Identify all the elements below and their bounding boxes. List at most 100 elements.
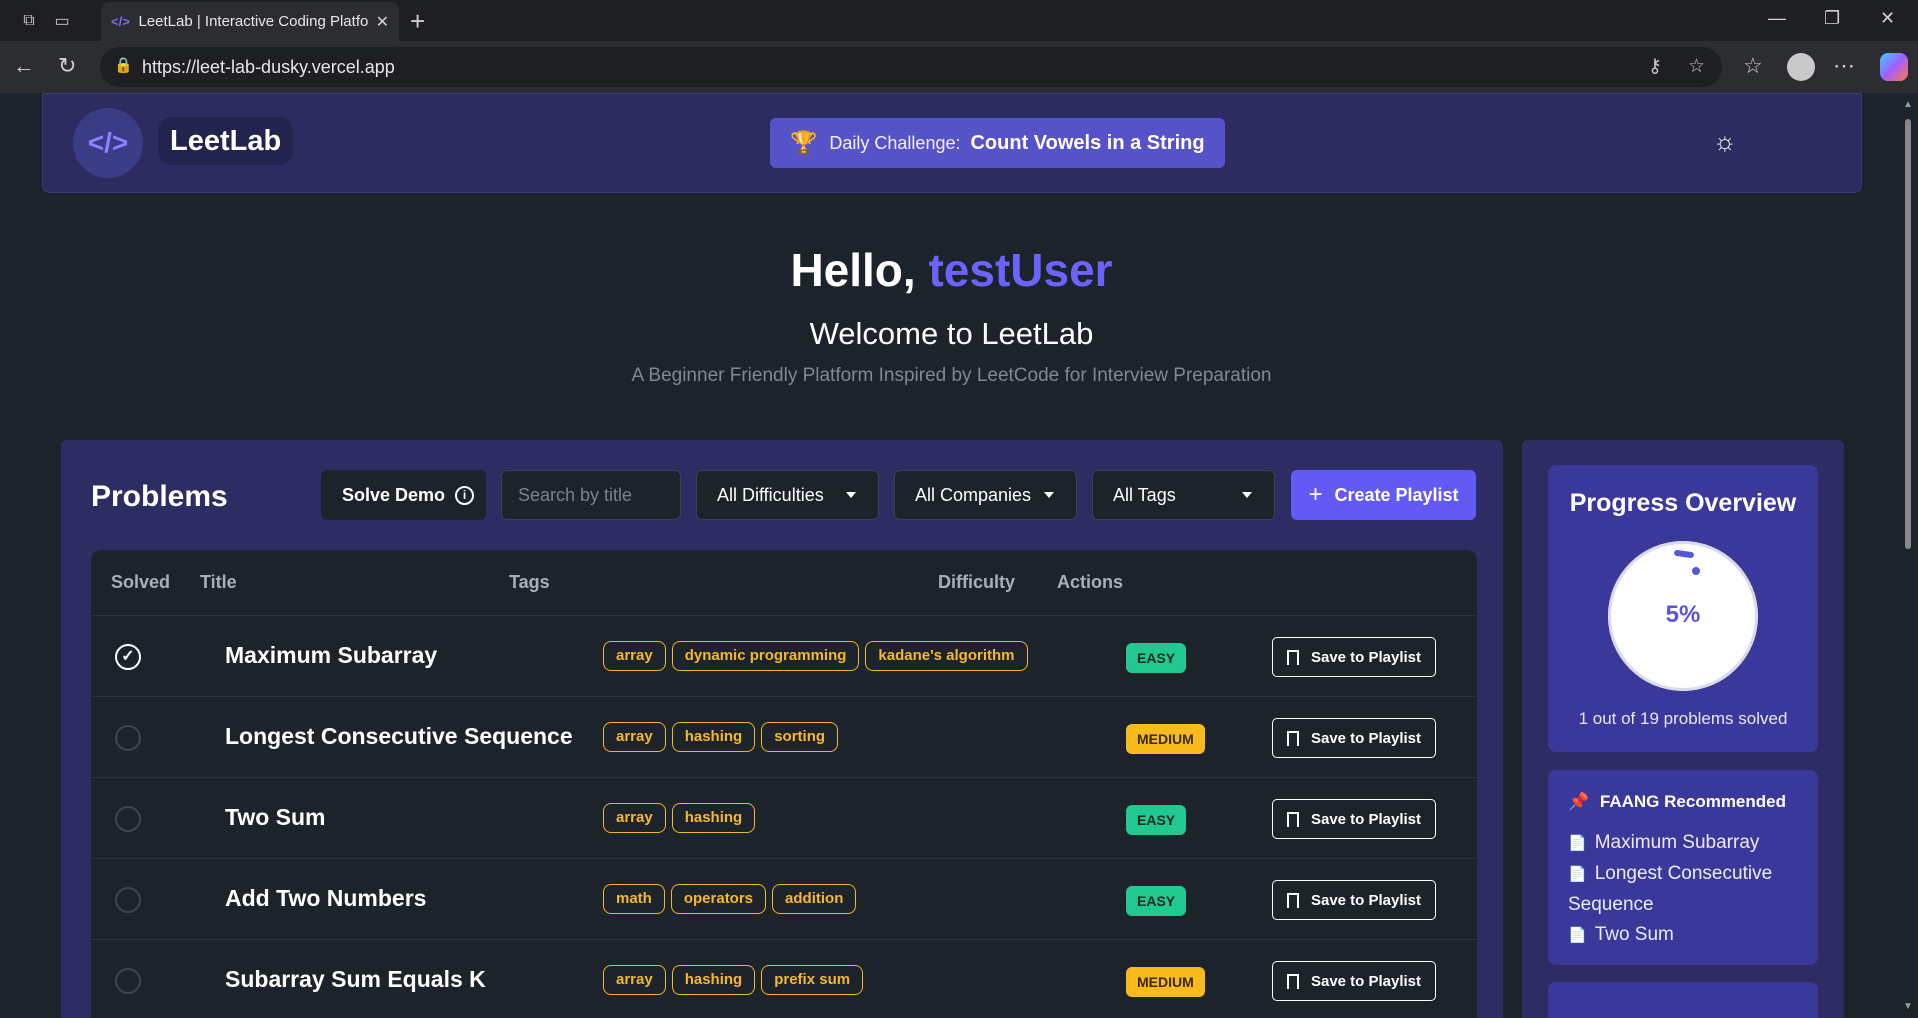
chevron-down-icon xyxy=(1242,492,1252,498)
key-icon[interactable]: ⚷ xyxy=(1648,55,1662,78)
faang-list: 📄 Maximum Subarray 📄 Longest Consecutive Se… xyxy=(1568,828,1808,951)
save-to-playlist-button[interactable]: Save to Playlist xyxy=(1272,718,1436,758)
problem-title[interactable]: Two Sum xyxy=(225,804,326,831)
create-playlist-label: Create Playlist xyxy=(1334,484,1459,505)
chevron-down-icon xyxy=(846,492,856,498)
table-row[interactable]: Longest Consecutive Sequence array hashing… xyxy=(91,697,1477,778)
solved-checkbox[interactable] xyxy=(115,725,141,751)
chevron-down-icon xyxy=(1044,492,1054,498)
scroll-up-icon[interactable]: ▲ xyxy=(1903,99,1913,110)
difficulty-badge: EASY xyxy=(1126,643,1187,673)
solve-demo-button[interactable]: Solve Demo i xyxy=(321,470,486,520)
faang-card: 📌 FAANG Recommended 📄 Maximum Subarray 📄 Lo… xyxy=(1548,770,1818,965)
greeting: Hello, testUser xyxy=(4,243,1899,297)
tab-actions-icon[interactable]: ▭ xyxy=(50,9,74,33)
more-icon[interactable]: ⋯ xyxy=(1833,53,1855,79)
plus-icon: + xyxy=(1308,481,1323,508)
column-header-title: Title xyxy=(200,572,237,592)
trophy-icon: 🏆 xyxy=(790,130,818,155)
tag-list: array dynamic programming kadane's algorit… xyxy=(603,641,1028,671)
daily-challenge-problem: Count Vowels in a String xyxy=(970,131,1205,154)
table-row[interactable]: Two Sum array hashing EASY Save to Playlist xyxy=(91,778,1477,859)
progress-dot xyxy=(1692,567,1700,575)
problem-title[interactable]: Longest Consecutive Sequence xyxy=(225,723,573,750)
tag-badge: prefix sum xyxy=(761,965,864,995)
code-icon[interactable]: </> xyxy=(73,108,143,178)
refresh-icon[interactable]: ↻ xyxy=(58,53,76,79)
difficulty-badge: MEDIUM xyxy=(1126,967,1205,997)
save-to-playlist-button[interactable]: Save to Playlist xyxy=(1272,961,1436,1001)
solved-checkbox-checked[interactable]: ✓ xyxy=(115,644,141,670)
table-row[interactable]: Subarray Sum Equals K array hashing prefix … xyxy=(91,940,1477,1018)
faang-item-label: Two Sum xyxy=(1594,924,1674,945)
restore-icon[interactable]: ❐ xyxy=(1824,8,1840,29)
save-to-playlist-button[interactable]: Save to Playlist xyxy=(1272,637,1436,677)
progress-title: Progress Overview xyxy=(1569,489,1797,517)
tag-badge: sorting xyxy=(761,722,839,752)
back-icon[interactable]: ← xyxy=(13,53,35,79)
minimize-icon[interactable]: — xyxy=(1768,8,1786,29)
scroll-down-icon[interactable]: ▼ xyxy=(1903,1001,1913,1012)
collapsed-card xyxy=(1548,982,1818,1018)
tagline: A Beginner Friendly Platform Inspired by… xyxy=(631,365,1272,386)
close-tab-icon[interactable]: ✕ xyxy=(376,12,389,32)
save-to-playlist-label: Save to Playlist xyxy=(1310,729,1422,747)
favorites-icon[interactable]: ☆ xyxy=(1743,53,1763,79)
table-header: Solved Title Tags Difficulty Actions xyxy=(91,550,1477,616)
url-text[interactable]: https://leet-lab-dusky.vercel.app xyxy=(142,57,395,78)
progress-ring: 5% xyxy=(1608,541,1758,691)
workspaces-icon[interactable]: ⧉ xyxy=(17,9,41,33)
difficulty-badge: MEDIUM xyxy=(1126,724,1205,754)
scrollbar[interactable]: ▲ ▼ xyxy=(1899,93,1918,1018)
problem-title[interactable]: Maximum Subarray xyxy=(225,642,437,669)
save-to-playlist-label: Save to Playlist xyxy=(1310,972,1422,990)
bookmark-icon xyxy=(1286,892,1299,908)
faang-item[interactable]: 📄 Maximum Subarray xyxy=(1568,828,1808,859)
faang-item[interactable]: 📄 Longest Consecutive Sequence xyxy=(1568,859,1808,920)
problem-title[interactable]: Subarray Sum Equals K xyxy=(225,966,486,993)
scrollbar-thumb[interactable] xyxy=(1905,119,1911,549)
tag-badge: array xyxy=(603,965,666,995)
close-window-icon[interactable]: ✕ xyxy=(1880,8,1895,29)
tab-title: LeetLab | Interactive Coding Platform xyxy=(138,13,368,30)
problem-title[interactable]: Add Two Numbers xyxy=(225,885,426,912)
difficulty-select[interactable]: All Difficulties xyxy=(696,470,879,520)
bookmark-icon xyxy=(1286,730,1299,746)
save-to-playlist-label: Save to Playlist xyxy=(1310,810,1422,828)
browser-tab[interactable]: </> LeetLab | Interactive Coding Platfor… xyxy=(101,2,399,41)
new-tab-icon[interactable]: + xyxy=(410,6,425,37)
difficulty-badge: EASY xyxy=(1126,886,1187,916)
greeting-text: Hello, xyxy=(790,244,916,296)
company-select[interactable]: All Companies xyxy=(894,470,1077,520)
tag-list: math operators addition xyxy=(603,884,857,914)
tags-select-value: All Tags xyxy=(1113,484,1176,505)
tag-badge: kadane's algorithm xyxy=(865,641,1028,671)
copilot-icon[interactable] xyxy=(1880,53,1908,81)
bookmark-icon xyxy=(1286,811,1299,827)
create-playlist-button[interactable]: + Create Playlist xyxy=(1291,470,1476,520)
sun-icon[interactable]: ☼ xyxy=(1713,126,1737,157)
daily-challenge-button[interactable]: 🏆 Daily Challenge: Count Vowels in a Str… xyxy=(770,118,1225,168)
browser-tab-bar: ⧉ ▭ </> LeetLab | Interactive Coding Pla… xyxy=(0,0,1918,41)
bookmark-icon xyxy=(1286,973,1299,989)
profile-avatar[interactable] xyxy=(1787,53,1815,81)
solved-checkbox[interactable] xyxy=(115,887,141,913)
table-row[interactable]: Add Two Numbers math operators addition EASY… xyxy=(91,859,1477,940)
save-to-playlist-button[interactable]: Save to Playlist xyxy=(1272,880,1436,920)
save-to-playlist-label: Save to Playlist xyxy=(1310,891,1422,909)
solved-checkbox[interactable] xyxy=(115,806,141,832)
pin-icon: 📌 xyxy=(1568,792,1590,811)
tag-badge: addition xyxy=(772,884,857,914)
column-header-actions: Actions xyxy=(1057,572,1124,592)
faang-title-row: 📌 FAANG Recommended xyxy=(1568,792,1786,812)
favorite-star-icon[interactable]: ☆ xyxy=(1688,55,1705,78)
table-row[interactable]: ✓ Maximum Subarray array dynamic programmin… xyxy=(91,616,1477,697)
tags-select[interactable]: All Tags xyxy=(1092,470,1275,520)
solved-checkbox[interactable] xyxy=(115,968,141,994)
brand-name[interactable]: LeetLab xyxy=(158,117,294,165)
search-input[interactable]: Search by title xyxy=(501,470,681,520)
faang-item[interactable]: 📄 Two Sum xyxy=(1568,920,1808,951)
address-bar[interactable]: 🔒 https://leet-lab-dusky.vercel.app ⚷ ☆ xyxy=(100,47,1722,87)
problems-title: Problems xyxy=(91,480,228,513)
save-to-playlist-button[interactable]: Save to Playlist xyxy=(1272,799,1436,839)
